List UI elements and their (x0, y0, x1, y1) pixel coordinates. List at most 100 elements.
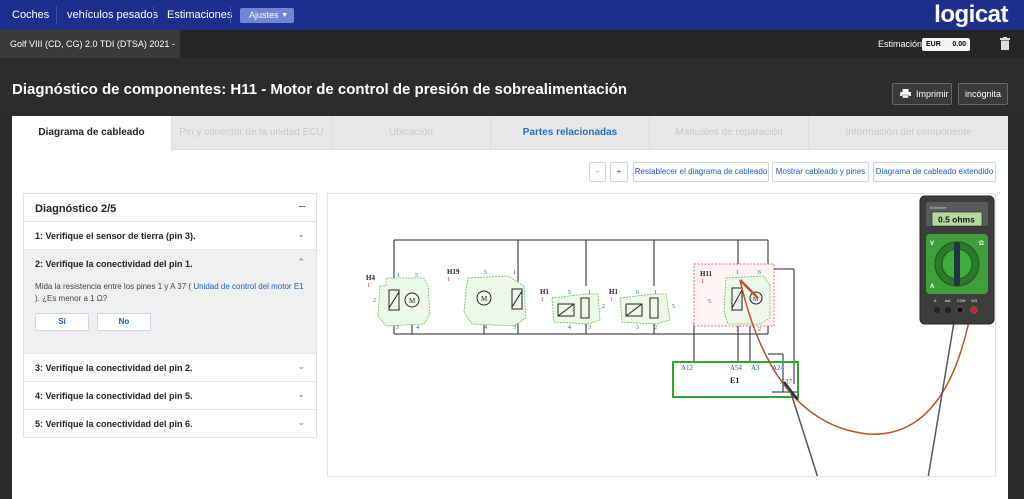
h1a-pin-1: 1 (588, 290, 591, 296)
h19-pin-3: 3 (513, 325, 516, 331)
extended-diagram-button[interactable]: Diagrama de cableado extendido (873, 162, 996, 182)
diagnosis-step-4[interactable]: 4: Verifique la conectividad del pin 5. … (24, 382, 316, 410)
component-h19-label: H19 (447, 268, 460, 276)
h1b-pin-1: 1 (654, 290, 657, 296)
diagnosis-header: Diagnóstico 2/5 − (24, 194, 316, 222)
trash-icon[interactable] (1000, 37, 1010, 50)
ecu-pin-a12: A12 (681, 364, 694, 372)
h19-pin-5: 5 (484, 270, 487, 276)
logo: logicat (934, 1, 1008, 28)
wiring-diagram[interactable]: A12 A54 A3 A24 A37 E1 M H4 1 1 5 2 3 4 M… (327, 193, 996, 477)
diagnosis-step-2[interactable]: 2: Verifique la conectividad del pin 1. … (24, 250, 316, 354)
nav-item-vehiculos-pesados[interactable]: vehículos pesados (57, 0, 168, 30)
yes-button[interactable]: Sí (35, 313, 89, 331)
h11-pin-2: 2 (758, 327, 761, 333)
diagnosis-step-3[interactable]: 3: Verifique la conectividad del pin 2. … (24, 354, 316, 382)
page-title: Diagnóstico de componentes: H11 - Motor … (12, 81, 628, 98)
tab-wiring-diagram[interactable]: Diagrama de cableado (12, 116, 172, 151)
show-wiring-pins-button[interactable]: Mostrar cableado y pines (772, 162, 869, 182)
tab-related-parts[interactable]: Partes relacionadas (491, 116, 650, 150)
h1b-pin-3: 3 (636, 325, 639, 331)
settings-dropdown[interactable]: Ajustes ▼ (240, 8, 294, 23)
incognito-button[interactable]: incógnita (958, 83, 1008, 105)
probe-lead-black (789, 389, 819, 476)
h1a-pin-5: 5 (568, 290, 571, 296)
tab-bar: Diagrama de cableado Pin y conector de l… (12, 116, 1008, 151)
estimation-label: Estimación (878, 39, 923, 49)
h1a-pin-4: 4 (568, 325, 571, 331)
tab-repair-manuals[interactable]: Manuales de reparación (650, 116, 809, 150)
h4-pin-4: 4 (416, 325, 419, 331)
tab-location[interactable]: Ubicación (332, 116, 491, 150)
component-h1-a: H1 1 5 1 2 4 3 (540, 288, 605, 331)
diagnosis-title: Diagnóstico 2/5 (35, 203, 117, 215)
h1b-pin-2: 2 (654, 325, 657, 331)
component-h19: M H19 1 5 1 4 3 (447, 268, 527, 331)
diagnosis-step-1[interactable]: 1: Verifique el sensor de tierra (pin 3)… (24, 222, 316, 250)
h11-pin-3: 3 (736, 327, 739, 333)
settings-dropdown-label: Ajustes (249, 10, 279, 20)
chevron-down-icon: ▼ (281, 12, 288, 19)
h1a-pin-3: 3 (588, 325, 591, 331)
step-description-text: Mida la resistencia entre los pines 1 y … (35, 282, 192, 291)
nav-divider (153, 6, 154, 24)
diagnosis-step-description: Mida la resistencia entre los pines 1 y … (35, 281, 305, 305)
diagnosis-step-label: 2: Verifique la conectividad del pin 1. (35, 259, 193, 269)
meter-jack-label-vohm: V/Ω (971, 299, 977, 303)
component-h11: M H11 1 1 6 5 3 2 (693, 263, 775, 333)
h19-pin-1: 1 (513, 270, 516, 276)
zoom-out-button[interactable]: - (589, 162, 606, 182)
meter-label-ohm: Ω (979, 241, 984, 247)
h11-pin-1: 1 (736, 270, 739, 276)
vehicle-bar: Golf VIII (CD, CG) 2.0 TDI (DTSA) 2021 -… (0, 30, 1024, 77)
tab-component-info[interactable]: Información del componente (809, 116, 1008, 150)
component-h11-label: H11 (700, 270, 713, 278)
multimeter: Multimeter 0.5 ohms V Ω A A mA COM V/Ω (919, 195, 995, 325)
step-description-text: ). ¿Es menor a 1 Ω? (35, 294, 108, 303)
component-h1-b: H1 1 6 1 5 3 2 (609, 288, 675, 331)
svg-text:M: M (409, 297, 416, 305)
tab-ecu-pin-connector[interactable]: Pin y conector de la unidad ECU (172, 116, 332, 150)
component-h4-number: 1 (367, 283, 370, 289)
wiring-diagram-canvas: A12 A54 A3 A24 A37 E1 M H4 1 1 5 2 3 4 M… (366, 195, 995, 476)
diagnosis-step-label: 1: Verifique el sensor de tierra (pin 3)… (35, 231, 196, 241)
ecu-label: E1 (730, 376, 739, 385)
h4-pin-2: 2 (373, 298, 376, 304)
vehicle-tab[interactable]: Golf VIII (CD, CG) 2.0 TDI (DTSA) 2021 -… (0, 30, 180, 77)
top-navigation: Coches vehículos pesados Estimaciones Aj… (0, 0, 1024, 30)
ecu-link[interactable]: Unidad de control del motor E1 (191, 282, 303, 291)
estimation-total[interactable]: EUR 0.00 (922, 38, 970, 51)
nav-item-coches[interactable]: Coches (2, 0, 59, 30)
zoom-in-button[interactable]: + (610, 162, 628, 182)
meter-jack-label-com: COM (957, 299, 965, 303)
h11-pin-6: 6 (758, 270, 761, 276)
diagnosis-step-5[interactable]: 5: Verifique la conectividad del pin 6. … (24, 410, 316, 438)
meter-jack-label-ma: mA (945, 299, 951, 303)
meter-lead-com (927, 309, 957, 476)
estimation-currency: EUR (926, 41, 941, 48)
multimeter-reading: 0.5 ohms (938, 215, 975, 225)
h4-pin-1: 1 (397, 273, 400, 279)
component-h4: M H4 1 1 5 2 3 4 (366, 273, 431, 331)
svg-text:M: M (481, 295, 488, 303)
no-button[interactable]: No (97, 313, 151, 331)
reset-diagram-button[interactable]: Restablecer el diagrama de cableado (633, 162, 769, 182)
component-h1-b-number: 1 (610, 297, 613, 303)
print-button-label: Imprimir (916, 89, 949, 99)
chevron-down-icon: ⌄ (297, 361, 305, 371)
minus-icon[interactable]: − (298, 199, 306, 214)
print-button[interactable]: Imprimir (892, 83, 952, 105)
component-h19-number: 1 (447, 277, 450, 283)
component-h1-b-label: H1 (609, 288, 618, 296)
h1a-pin-2: 2 (602, 304, 605, 310)
title-bar: Diagnóstico de componentes: H11 - Motor … (0, 58, 1024, 116)
multimeter-brand: Multimeter (930, 206, 947, 210)
printer-icon (900, 89, 911, 98)
component-h4-label: H4 (366, 274, 375, 282)
h1b-pin-6: 6 (636, 290, 639, 296)
component-h1-a-number: 1 (541, 297, 544, 303)
diagnosis-step-label: 5: Verifique la conectividad del pin 6. (35, 419, 193, 429)
estimation-amount: 0.00 (952, 41, 966, 48)
chevron-up-icon: ⌃ (297, 257, 305, 267)
chevron-down-icon: ⌄ (297, 229, 305, 239)
